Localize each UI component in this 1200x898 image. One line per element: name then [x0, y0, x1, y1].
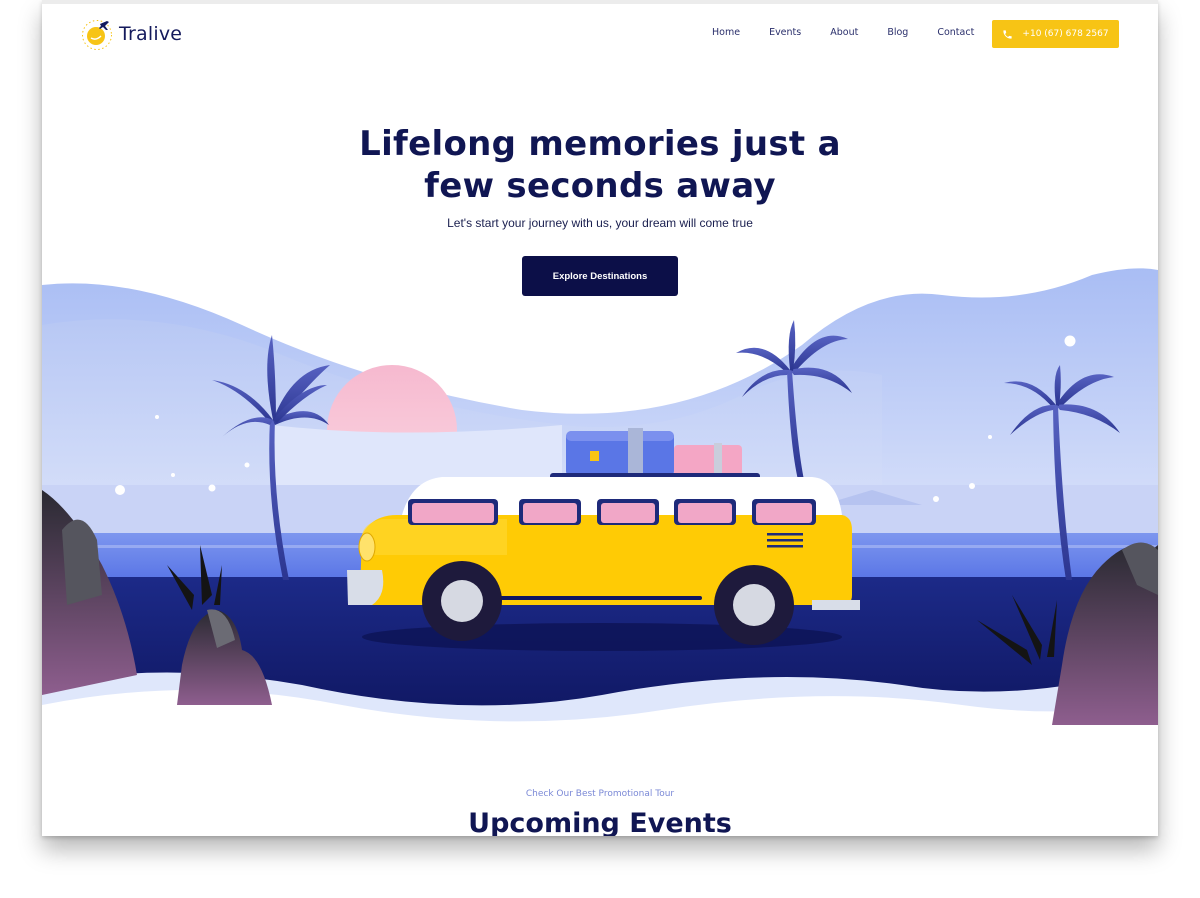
browser-top-bar [42, 0, 1158, 4]
nav-events[interactable]: Events [769, 27, 801, 38]
phone-number: +10 (67) 678 2567 [1022, 29, 1109, 39]
nav-about[interactable]: About [830, 27, 858, 38]
main-nav: Home Events About Blog Contact [712, 27, 1003, 38]
hero-title-line1: Lifelong memories just a [359, 124, 841, 164]
hero-title-line2-wrap: few seconds away [424, 165, 776, 207]
browser-page: Tralive Home Events About Blog Contact +… [42, 0, 1158, 836]
nav-blog[interactable]: Blog [887, 27, 908, 38]
hero-illustration [42, 268, 1158, 725]
phone-button[interactable]: +10 (67) 678 2567 [992, 20, 1119, 48]
events-eyebrow: Check Our Best Promotional Tour [525, 789, 675, 799]
hero-subtitle: Let's start your journey with us, your d… [447, 216, 753, 230]
hero-title-line2: few seconds away [424, 166, 776, 206]
nav-home[interactable]: Home [712, 27, 740, 38]
events-title: Upcoming Events [468, 808, 732, 836]
logo[interactable]: Tralive [80, 16, 182, 52]
sun-plane-logo-icon [80, 16, 116, 52]
brand-name: Tralive [119, 23, 183, 45]
phone-icon [1003, 29, 1013, 39]
hero-title: Lifelong memories just a few seconds awa… [42, 123, 1158, 207]
nav-contact[interactable]: Contact [937, 27, 974, 38]
